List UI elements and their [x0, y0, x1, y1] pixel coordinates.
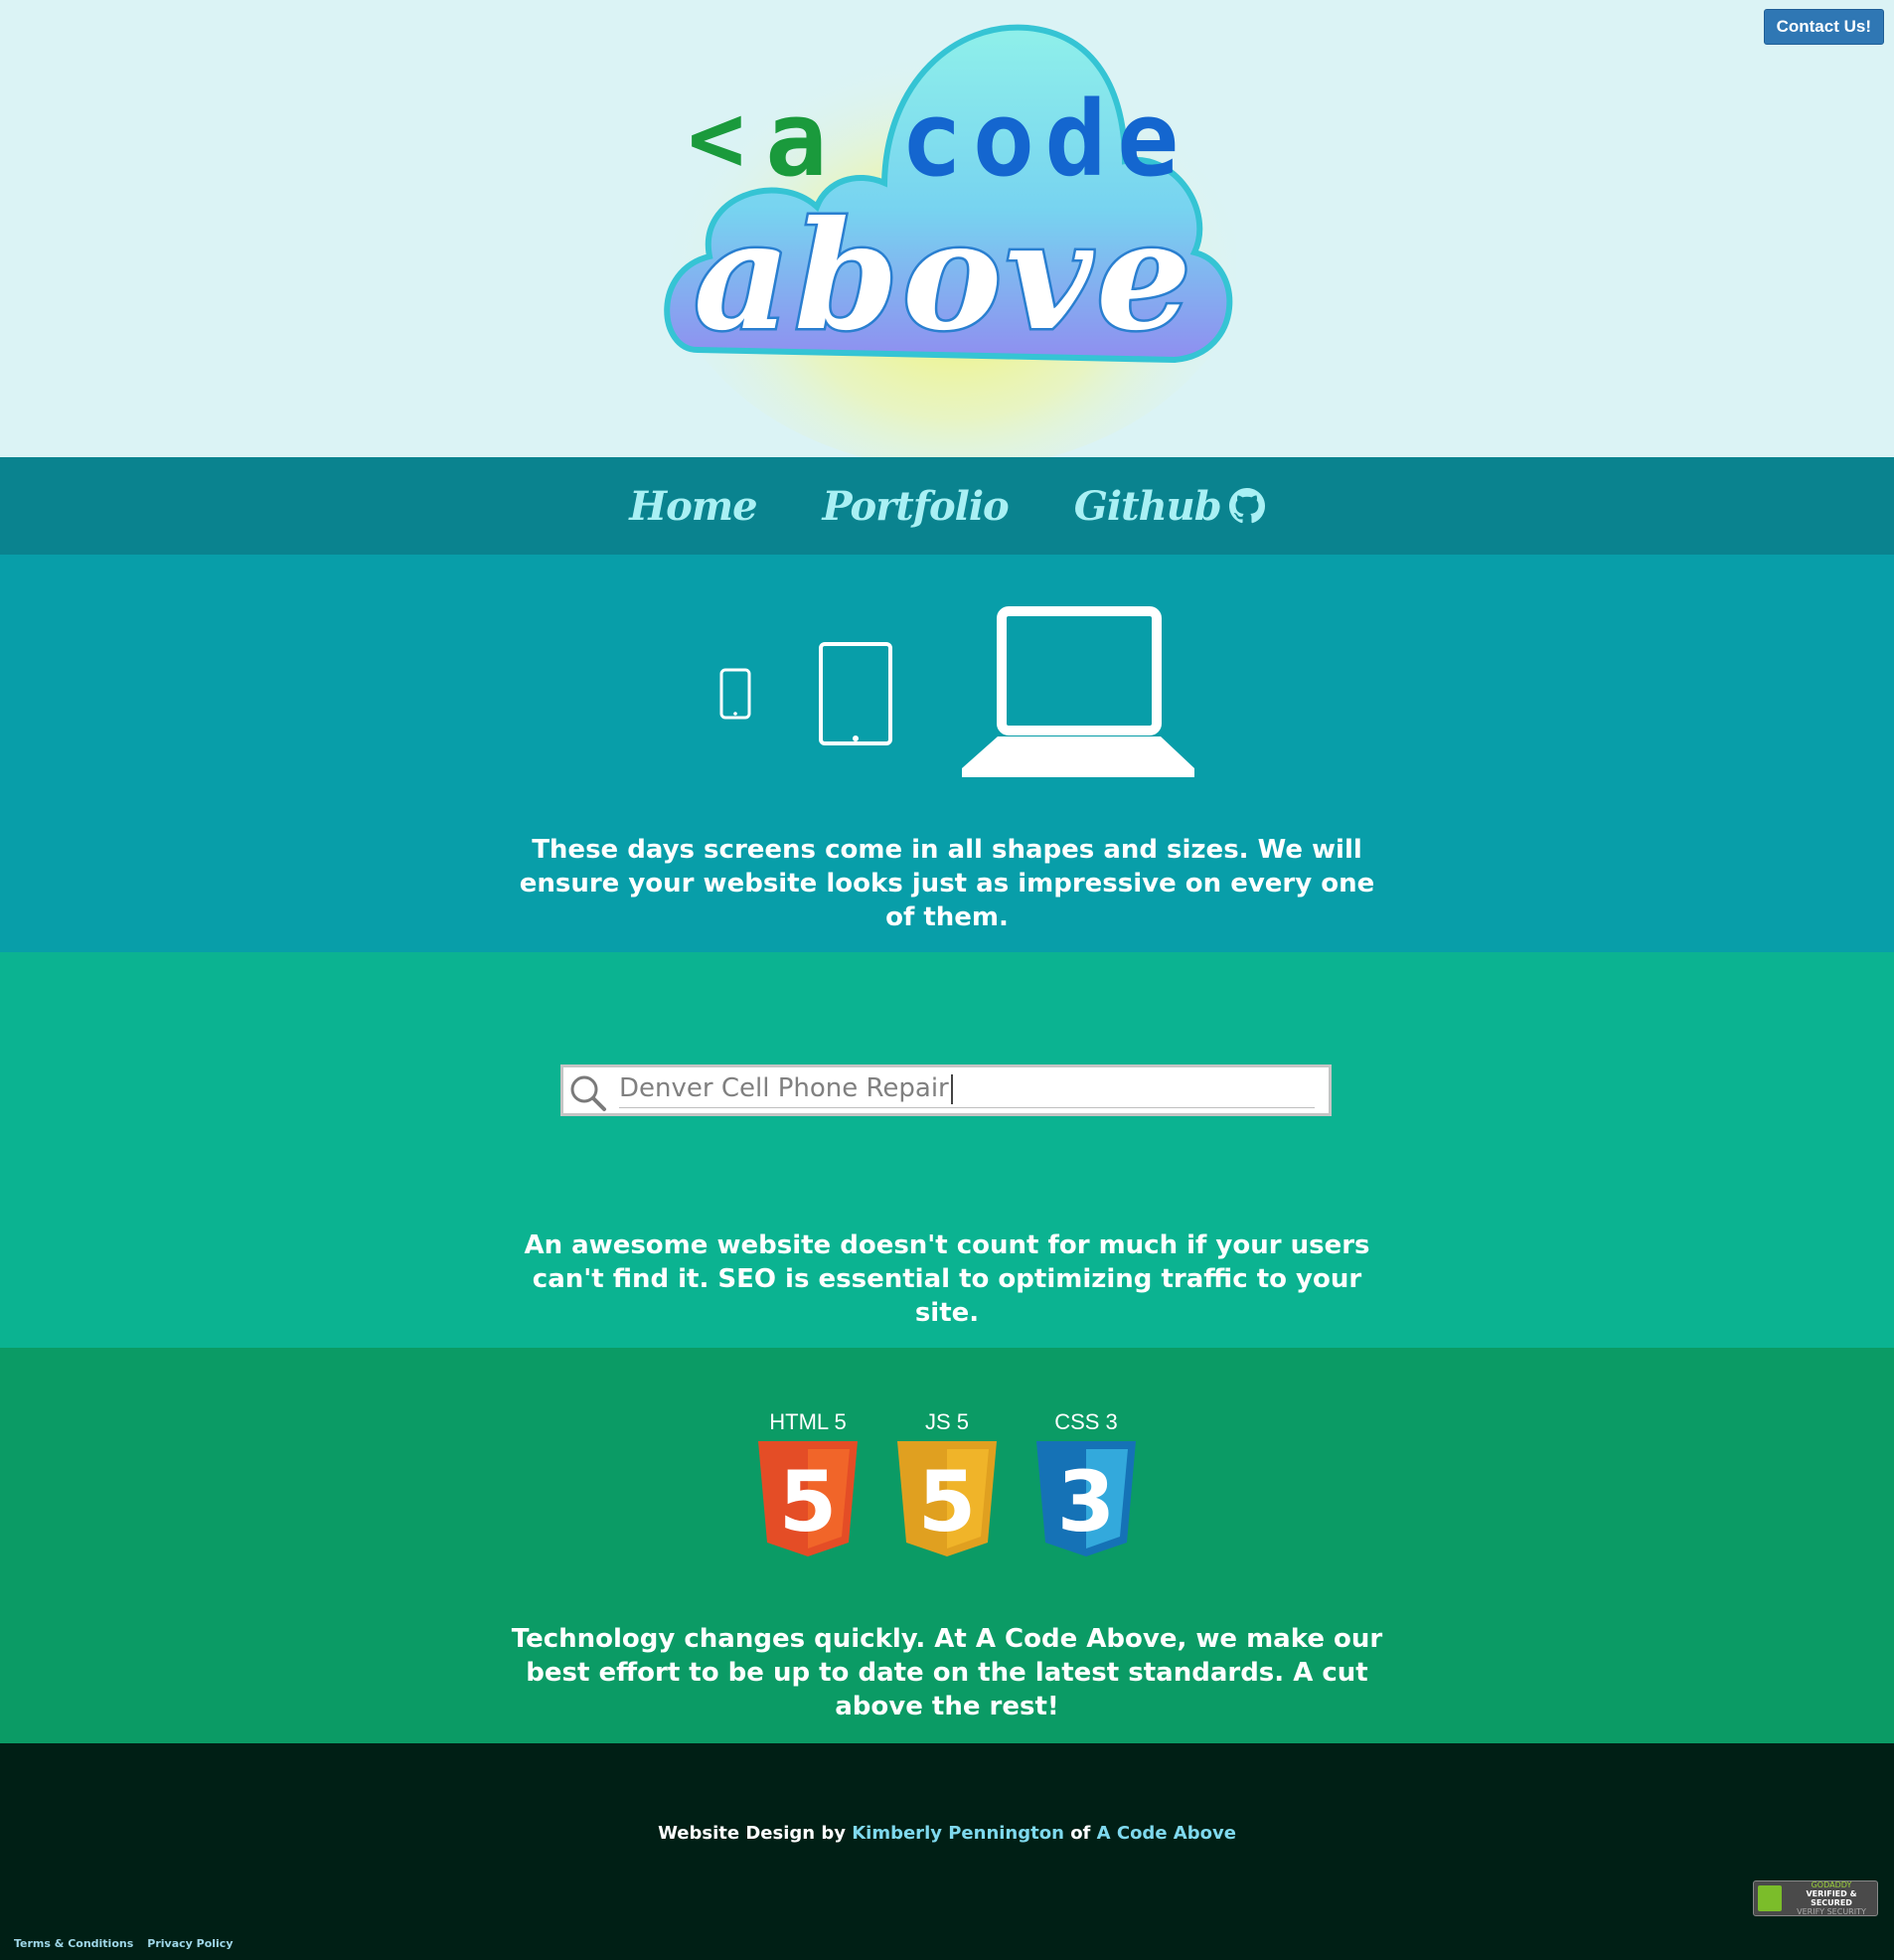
logo-code: code: [900, 79, 1188, 200]
credit-mid: of: [1063, 1823, 1097, 1844]
html5-number: 5: [779, 1453, 837, 1551]
logo[interactable]: < a code above: [658, 22, 1236, 459]
search-underline: [619, 1107, 1315, 1108]
footer-links: Terms & Conditions Privacy Policy: [14, 1937, 234, 1950]
search-value: Denver Cell Phone Repair: [619, 1073, 949, 1103]
technology-section: HTML 5 5 JS 5 5 CSS 3 3 Technology chang…: [0, 1348, 1894, 1743]
contact-us-button[interactable]: Contact Us!: [1763, 9, 1884, 45]
css3-shield-icon: 3: [1036, 1441, 1136, 1556]
lock-icon: [1758, 1885, 1782, 1911]
css3-badge: CSS 3 3: [1034, 1409, 1138, 1558]
logo-above: above: [694, 189, 1195, 364]
seo-caption: An awesome website doesn't count for muc…: [524, 1230, 1370, 1328]
logo-bracket: <: [688, 82, 745, 194]
js5-label: JS 5: [924, 1409, 970, 1434]
godaddy-seal[interactable]: GODADDY VERIFIED & SECURED VERIFY SECURI…: [1753, 1880, 1878, 1916]
html5-label: HTML 5: [769, 1409, 847, 1434]
laptop-icon: [962, 606, 1194, 777]
tech-badges: HTML 5 5 JS 5 5 CSS 3 3: [0, 1409, 1894, 1558]
html5-shield-icon: 5: [758, 1441, 858, 1556]
seal-line1: GODADDY: [1811, 1880, 1852, 1889]
hero-header: Contact Us! < a code above: [0, 0, 1894, 459]
footer: Website Design by Kimberly Pennington of…: [0, 1743, 1894, 1960]
company-link[interactable]: A Code Above: [1097, 1823, 1236, 1844]
logo-a: a: [765, 79, 828, 200]
nav-github-label: Github: [1073, 482, 1222, 530]
seal-line3: VERIFY SECURITY: [1797, 1907, 1866, 1916]
phone-icon: [719, 668, 751, 720]
seo-section: Denver Cell Phone Repair An awesome webs…: [0, 952, 1894, 1348]
html5-badge: HTML 5 5: [756, 1409, 860, 1558]
designer-link[interactable]: Kimberly Pennington: [852, 1823, 1064, 1844]
tech-caption: Technology changes quickly. At A Code Ab…: [511, 1624, 1383, 1721]
search-icon: [570, 1075, 606, 1111]
responsive-section: These days screens come in all shapes an…: [0, 555, 1894, 952]
js5-badge: JS 5 5: [895, 1409, 999, 1558]
credit-prefix: Website Design by: [658, 1823, 853, 1844]
terms-link[interactable]: Terms & Conditions: [14, 1937, 133, 1950]
nav-home[interactable]: Home: [629, 483, 757, 530]
search-input[interactable]: Denver Cell Phone Repair: [619, 1073, 953, 1104]
css3-label: CSS 3: [1054, 1409, 1118, 1434]
text-cursor: [950, 1073, 953, 1104]
main-nav: Home Portfolio Github: [0, 457, 1894, 555]
privacy-link[interactable]: Privacy Policy: [147, 1937, 233, 1950]
search-box[interactable]: Denver Cell Phone Repair: [560, 1064, 1332, 1116]
responsive-caption: These days screens come in all shapes an…: [519, 835, 1375, 932]
github-icon: [1228, 488, 1265, 524]
js5-number: 5: [918, 1453, 976, 1551]
js5-shield-icon: 5: [897, 1441, 997, 1556]
devices-illustration: [719, 606, 1194, 777]
nav-portfolio[interactable]: Portfolio: [823, 483, 1010, 530]
nav-github[interactable]: Github: [1074, 483, 1265, 530]
seal-line2: VERIFIED & SECURED: [1806, 1889, 1857, 1907]
tablet-icon: [819, 642, 892, 745]
css3-number: 3: [1057, 1453, 1115, 1551]
design-credit: Website Design by Kimberly Pennington of…: [0, 1823, 1894, 1844]
